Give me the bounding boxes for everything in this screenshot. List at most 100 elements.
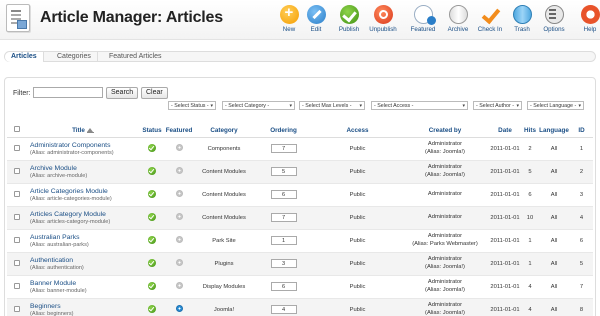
row-checkbox[interactable] — [13, 305, 20, 312]
featured-button[interactable]: Featured — [405, 3, 441, 37]
column-status[interactable]: Status — [140, 124, 164, 138]
status-cell[interactable] — [140, 298, 164, 316]
article-title-link[interactable]: Australian Parks — [30, 234, 140, 241]
featured-cell[interactable] — [164, 206, 194, 230]
column-date[interactable]: Date — [488, 124, 522, 138]
select-max-levels[interactable]: - Select Max Levels - — [299, 101, 365, 110]
article-title-link[interactable]: Banner Module — [30, 280, 140, 287]
published-icon[interactable] — [148, 235, 156, 244]
column-category[interactable]: Category — [194, 124, 254, 138]
column-language[interactable]: Language — [538, 124, 570, 138]
trash-button[interactable]: Trash — [504, 3, 540, 37]
published-icon[interactable] — [148, 166, 156, 175]
help-button[interactable]: Help — [572, 3, 600, 37]
select-language[interactable]: - Select Language - — [527, 101, 584, 110]
created-by-name[interactable]: Administrator — [402, 141, 488, 149]
ordering-input[interactable]: 1 — [270, 236, 297, 245]
featured-icon[interactable] — [175, 305, 183, 312]
not-featured-icon[interactable] — [175, 190, 183, 197]
not-featured-icon[interactable] — [175, 144, 183, 151]
row-checkbox-cell[interactable] — [7, 298, 26, 316]
check-in-button[interactable]: Check In — [472, 3, 508, 37]
created-by-name[interactable]: Administrator — [402, 214, 488, 222]
row-checkbox-cell[interactable] — [7, 183, 26, 207]
featured-cell[interactable] — [164, 275, 194, 299]
row-checkbox-cell[interactable] — [7, 160, 26, 184]
published-icon[interactable] — [148, 304, 156, 313]
not-featured-icon[interactable] — [175, 167, 183, 174]
article-title-link[interactable]: Administrator Components — [30, 142, 140, 149]
ordering-input[interactable]: 7 — [270, 144, 297, 153]
column-id[interactable]: ID — [570, 124, 593, 138]
created-by-name[interactable]: Administrator — [402, 233, 488, 241]
select-access[interactable]: - Select Access - — [371, 101, 468, 110]
featured-cell[interactable] — [164, 298, 194, 316]
featured-cell[interactable] — [164, 137, 194, 161]
status-cell[interactable] — [140, 275, 164, 299]
row-checkbox-cell[interactable] — [7, 275, 26, 299]
options-button[interactable]: Options — [536, 3, 572, 37]
published-icon[interactable] — [148, 143, 156, 152]
status-cell[interactable] — [140, 206, 164, 230]
row-checkbox-cell[interactable] — [7, 206, 26, 230]
status-cell[interactable] — [140, 137, 164, 161]
not-featured-icon[interactable] — [175, 259, 183, 266]
ordering-input[interactable]: 6 — [270, 190, 297, 199]
published-icon[interactable] — [148, 212, 156, 221]
sort-icon[interactable] — [86, 127, 94, 133]
row-checkbox[interactable] — [13, 144, 20, 151]
column-ordering[interactable]: Ordering — [254, 124, 313, 138]
search-button[interactable]: Search — [106, 87, 139, 99]
row-checkbox[interactable] — [13, 213, 20, 220]
status-cell[interactable] — [140, 183, 164, 207]
column-created-by[interactable]: Created by — [402, 124, 488, 138]
unpublish-button[interactable]: Unpublish — [365, 3, 401, 37]
article-title-link[interactable]: Articles Category Module — [30, 211, 140, 218]
column-access[interactable]: Access — [313, 124, 402, 138]
featured-cell[interactable] — [164, 252, 194, 276]
created-by-name[interactable]: Administrator — [402, 302, 488, 310]
article-title-link[interactable]: Beginners — [30, 303, 140, 310]
row-checkbox-cell[interactable] — [7, 229, 26, 253]
row-checkbox[interactable] — [13, 236, 20, 243]
select-status[interactable]: - Select Status - — [168, 101, 216, 110]
archive-button[interactable]: Archive — [440, 3, 476, 37]
status-cell[interactable] — [140, 252, 164, 276]
ordering-input[interactable]: 6 — [270, 282, 297, 291]
select-all-checkbox-cell[interactable] — [7, 124, 26, 138]
published-icon[interactable] — [148, 258, 156, 267]
article-title-link[interactable]: Article Categories Module — [30, 188, 140, 195]
row-checkbox[interactable] — [13, 190, 20, 197]
published-icon[interactable] — [148, 281, 156, 290]
tab-articles[interactable]: Articles — [5, 52, 44, 62]
published-icon[interactable] — [148, 189, 156, 198]
featured-cell[interactable] — [164, 229, 194, 253]
created-by-name[interactable]: Administrator — [402, 256, 488, 264]
created-by-name[interactable]: Administrator — [402, 164, 488, 172]
not-featured-icon[interactable] — [175, 213, 183, 220]
ordering-input[interactable]: 4 — [270, 305, 297, 314]
filter-search-input[interactable] — [33, 87, 103, 98]
select-category[interactable]: - Select Category - — [222, 101, 295, 110]
row-checkbox-cell[interactable] — [7, 137, 26, 161]
ordering-input[interactable]: 3 — [270, 259, 297, 268]
select-all-checkbox[interactable] — [13, 126, 20, 133]
status-cell[interactable] — [140, 229, 164, 253]
column-title-label[interactable]: Title — [72, 127, 85, 134]
edit-button[interactable]: Edit — [298, 3, 334, 37]
row-checkbox[interactable] — [13, 282, 20, 289]
article-title-link[interactable]: Authentication — [30, 257, 140, 264]
featured-cell[interactable] — [164, 183, 194, 207]
created-by-name[interactable]: Administrator — [402, 279, 488, 287]
row-checkbox[interactable] — [13, 259, 20, 266]
select-author[interactable]: - Select Author - — [473, 101, 522, 110]
column-title[interactable]: Title — [26, 124, 140, 138]
article-title-link[interactable]: Archive Module — [30, 165, 140, 172]
status-cell[interactable] — [140, 160, 164, 184]
not-featured-icon[interactable] — [175, 282, 183, 289]
tab-featured-articles[interactable]: Featured Articles — [103, 52, 168, 62]
column-featured[interactable]: Featured — [164, 124, 194, 138]
clear-button[interactable]: Clear — [141, 87, 168, 99]
tab-categories[interactable]: Categories — [51, 52, 98, 62]
ordering-input[interactable]: 5 — [270, 167, 297, 176]
